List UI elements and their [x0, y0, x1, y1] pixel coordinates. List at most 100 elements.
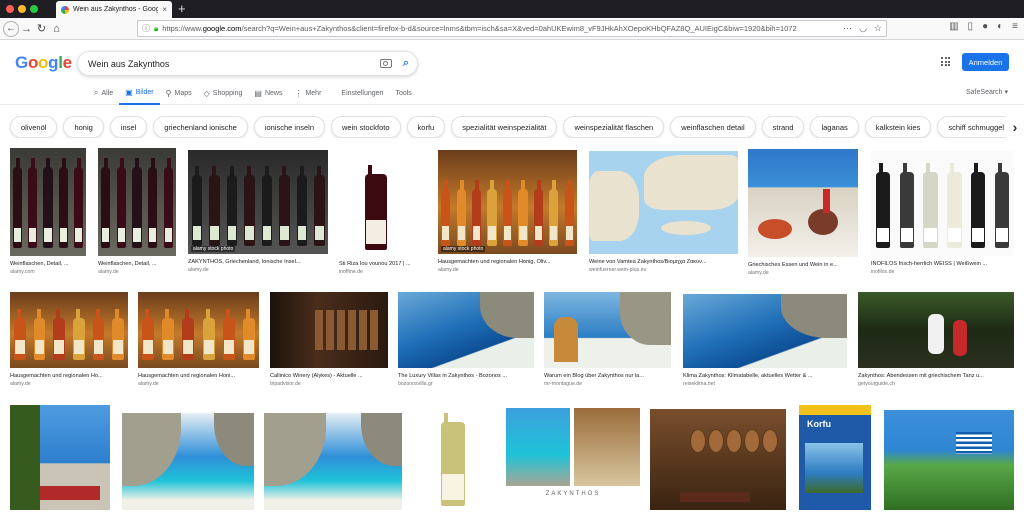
image-result[interactable]: Korfu	[799, 405, 871, 532]
image-thumbnail[interactable]	[858, 292, 1014, 368]
image-caption[interactable]: INOFILOS frisch-herrlich WEISS | Weißwei…	[871, 261, 1014, 267]
related-chip[interactable]: insel	[109, 116, 148, 138]
image-source[interactable]: bozonosvilla.gr	[398, 381, 534, 387]
reload-icon[interactable]: ↻	[34, 22, 49, 35]
related-chip[interactable]: laganas	[810, 116, 859, 138]
image-result[interactable]: Hausgemachten und regionalen Ho... alamy.…	[10, 292, 128, 390]
tab-mehr[interactable]: ⋮ Mehr	[288, 87, 327, 105]
image-result[interactable]: Sti Riza Iou vounou 2017 | ... inoffine.d…	[339, 150, 412, 278]
image-source[interactable]: alamy.de	[138, 381, 259, 387]
image-source[interactable]: weinfuerner.wein-plus.eu	[589, 267, 738, 273]
image-thumbnail[interactable]	[544, 292, 671, 368]
tab-news[interactable]: ▤ News	[248, 87, 288, 105]
related-chip[interactable]: wein stockfoto	[331, 116, 401, 138]
image-result[interactable]: Klima Zakynthos: Klimatabelle, aktuelles…	[683, 294, 847, 390]
google-logo[interactable]: Google	[15, 53, 72, 73]
image-caption[interactable]: Griechisches Essen und Wein in e...	[748, 262, 858, 268]
image-result[interactable]: alamy stock photo ZAKYNTHOS, Griechenland…	[188, 150, 328, 276]
related-chip[interactable]: spezialität weinspezialität	[451, 116, 558, 138]
related-chip[interactable]: ionische inseln	[253, 116, 325, 138]
image-thumbnail[interactable]	[884, 410, 1014, 510]
image-result[interactable]: The Luxury Villas in Zakynthos - Bozonos…	[398, 292, 534, 390]
image-result[interactable]: Warum ein Blog über Zakynthos nur la... m…	[544, 292, 671, 390]
image-result[interactable]: Hausgemachten und regionalen Honi... alam…	[138, 292, 259, 390]
image-result[interactable]: Weine von Vamtea Zakynthos/Βιομηχα Ζακύν…	[589, 151, 738, 276]
tab-einstellungen[interactable]: Einstellungen	[335, 87, 389, 105]
image-source[interactable]: tripadvisor.de	[270, 381, 388, 387]
bookmark-star-icon[interactable]: ☆	[874, 23, 882, 34]
related-chip[interactable]: honig	[63, 116, 104, 138]
image-result[interactable]: INOFILOS frisch-herrlich WEISS | Weißwei…	[871, 151, 1014, 278]
image-caption[interactable]: Warum ein Blog über Zakynthos nur la...	[544, 373, 671, 379]
search-box[interactable]: ⌕	[77, 51, 418, 76]
image-thumbnail[interactable]	[122, 413, 254, 510]
image-source[interactable]: alamy.de	[188, 267, 328, 273]
image-result[interactable]	[413, 405, 493, 532]
image-caption[interactable]: Weine von Vamtea Zakynthos/Βιομηχα Ζακύν…	[589, 259, 738, 265]
image-result[interactable]: alamy stock photo Hausgemachten und regio…	[438, 150, 577, 276]
tab-alle[interactable]: ⌕ Alle	[88, 87, 119, 105]
info-icon[interactable]: ⓘ	[142, 23, 150, 34]
image-caption[interactable]: Hausgemachten und regionalen Honi...	[138, 373, 259, 379]
maximize-window-icon[interactable]	[30, 5, 38, 13]
image-result[interactable]	[884, 410, 1014, 532]
image-thumbnail[interactable]	[10, 405, 110, 510]
image-caption[interactable]: Zakynthos: Abendessen mit griechischem T…	[858, 373, 1014, 379]
image-thumbnail[interactable]	[264, 413, 402, 510]
image-result[interactable]: Weinflaschen, Detail, ... alamy.com	[10, 148, 86, 278]
image-source[interactable]: getyourguide.ch	[858, 381, 1014, 387]
library-icon[interactable]: ▥	[949, 21, 958, 32]
image-source[interactable]: alamy.com	[10, 269, 86, 275]
search-icon[interactable]: ⌕	[403, 57, 409, 70]
related-chip[interactable]: olivenöl	[10, 116, 58, 138]
search-input[interactable]	[88, 58, 380, 69]
image-result[interactable]: Weinflaschen, Detail, ... alamy.de	[98, 148, 176, 278]
image-thumbnail[interactable]	[270, 292, 388, 368]
address-bar[interactable]: ⓘ 🔒︎ https://www.google.com/search?q=Wei…	[137, 20, 887, 37]
image-result[interactable]: Zakynthos: Abendessen mit griechischem T…	[858, 292, 1014, 390]
image-result[interactable]: ZAKYNTHOS	[506, 408, 640, 532]
image-caption[interactable]: Sti Riza Iou vounou 2017 | ...	[339, 261, 412, 267]
menu-icon[interactable]: ≡	[1012, 21, 1018, 32]
image-thumbnail[interactable]	[413, 405, 493, 510]
image-result[interactable]: Griechisches Essen und Wein in e... alamy…	[748, 149, 858, 279]
signin-button[interactable]: Anmelden	[962, 53, 1009, 71]
image-thumbnail[interactable]: alamy stock photo	[438, 150, 577, 254]
image-thumbnail[interactable]	[871, 151, 1014, 256]
image-caption[interactable]: Weinflaschen, Detail, ...	[10, 261, 86, 267]
related-chip[interactable]: weinflaschen detail	[670, 116, 756, 138]
related-chip[interactable]: strand	[761, 116, 805, 138]
image-source[interactable]: alamy.de	[748, 270, 858, 276]
image-thumbnail[interactable]	[589, 151, 738, 254]
image-source[interactable]: reiseklima.net	[683, 381, 847, 387]
image-result[interactable]	[122, 413, 254, 532]
close-window-icon[interactable]	[6, 5, 14, 13]
image-result[interactable]	[264, 413, 402, 532]
page-actions-icon[interactable]: ···	[843, 23, 852, 34]
image-source[interactable]: mr-montague.de	[544, 381, 671, 387]
lock-icon[interactable]: 🔒︎	[154, 24, 158, 34]
tab-bilder[interactable]: ▣ Bilder	[119, 87, 160, 105]
camera-icon[interactable]	[379, 59, 392, 68]
image-source[interactable]: alamy.de	[10, 381, 128, 387]
related-chip[interactable]: griechenland ionische	[153, 116, 248, 138]
image-thumbnail[interactable]	[339, 150, 412, 256]
image-result[interactable]: Callinico Winery (Alykes) - Aktuelle ...…	[270, 292, 388, 390]
related-chip[interactable]: schiff schmuggel	[937, 116, 1016, 138]
image-source[interactable]: inofilos.de	[871, 269, 1014, 275]
image-source[interactable]: alamy.de	[438, 267, 577, 273]
image-thumbnail[interactable]: alamy stock photo	[188, 150, 328, 254]
apps-grid-icon[interactable]	[941, 57, 950, 66]
account-icon[interactable]: ●	[982, 21, 988, 32]
safesearch-toggle[interactable]: SafeSearch ▾	[966, 88, 1008, 96]
related-chip[interactable]: weinspezialität flaschen	[563, 116, 665, 138]
image-thumbnail[interactable]	[398, 292, 534, 368]
image-thumbnail[interactable]	[650, 409, 786, 510]
home-icon[interactable]: ⌂	[49, 23, 64, 35]
image-thumbnail[interactable]: Korfu	[799, 405, 871, 510]
url-text[interactable]: https://www.google.com/search?q=Wein+aus…	[162, 24, 839, 33]
related-chip[interactable]: korfu	[406, 116, 446, 138]
browser-tab[interactable]: Wein aus Zakynthos - Google ×	[56, 1, 172, 18]
image-result[interactable]	[10, 405, 110, 532]
tab-shopping[interactable]: ◇ Shopping	[198, 87, 249, 105]
